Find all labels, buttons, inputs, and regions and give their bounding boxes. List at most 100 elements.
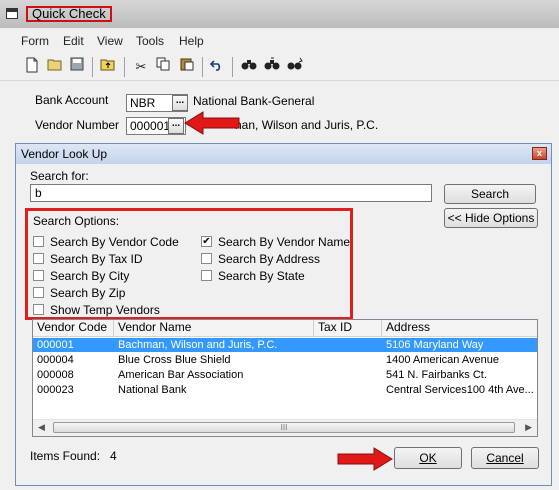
checkbox[interactable]: ✔ (201, 236, 212, 247)
checkbox[interactable] (33, 253, 44, 264)
option-label: Search By Vendor Code (50, 235, 179, 249)
table-row[interactable]: 000004 Blue Cross Blue Shield 1400 Ameri… (33, 353, 537, 367)
checkbox[interactable] (33, 236, 44, 247)
vendor-lookup-dialog: Vendor Look Up x Search for: Search << H… (15, 143, 552, 486)
option-tax-id[interactable]: Search By Tax ID (33, 252, 193, 267)
option-temp-vendors[interactable]: Show Temp Vendors (33, 303, 193, 318)
dialog-title-bar[interactable]: Vendor Look Up x (16, 144, 551, 164)
red-arrow-icon (337, 447, 393, 471)
ok-button[interactable]: OK (394, 447, 462, 469)
dialog-title: Vendor Look Up (21, 147, 108, 161)
list-header: Vendor Code Vendor Name Tax ID Address (33, 320, 537, 337)
paste-icon[interactable] (177, 57, 197, 77)
search-button[interactable]: Search (444, 184, 536, 204)
option-city[interactable]: Search By City (33, 269, 193, 284)
find-icon[interactable] (239, 57, 259, 77)
cancel-button[interactable]: Cancel (471, 447, 539, 469)
open-icon[interactable] (45, 57, 65, 77)
horizontal-scrollbar[interactable]: ◀ III ▶ (33, 419, 537, 436)
menu-bar: Form Edit View Tools Help (0, 33, 559, 51)
cancel-label: Cancel (486, 451, 524, 465)
option-label: Search By City (50, 269, 130, 283)
cell-address: 5106 Maryland Way (386, 339, 484, 351)
option-vendor-name[interactable]: ✔ Search By Vendor Name (201, 235, 351, 250)
checkbox[interactable] (201, 253, 212, 264)
option-zip[interactable]: Search By Zip (33, 286, 193, 301)
scroll-left-icon[interactable]: ◀ (38, 422, 45, 433)
search-options-heading: Search Options: (33, 214, 120, 228)
checkbox[interactable] (201, 270, 212, 281)
column-vendor-code[interactable]: Vendor Code (33, 320, 114, 336)
option-state[interactable]: Search By State (201, 269, 351, 284)
scrollbar-thumb[interactable]: III (53, 422, 515, 433)
menu-tools[interactable]: Tools (136, 34, 164, 48)
search-options-group: Search Options: Search By Vendor Code Se… (25, 208, 353, 320)
checkbox[interactable] (33, 304, 44, 315)
cell-vendor-code: 000004 (37, 354, 74, 366)
copy-icon[interactable] (153, 57, 173, 77)
undo-icon[interactable] (207, 57, 227, 77)
vendor-lookup-button[interactable]: ... (168, 118, 184, 134)
cell-vendor-name: American Bar Association (118, 369, 244, 381)
toolbar-separator (92, 57, 93, 77)
column-tax-id[interactable]: Tax ID (314, 320, 382, 336)
vendor-number-label: Vendor Number (35, 118, 120, 132)
cell-vendor-name: Blue Cross Blue Shield (118, 354, 231, 366)
option-label: Search By Zip (50, 286, 126, 300)
hide-options-button[interactable]: << Hide Options (444, 208, 538, 228)
close-icon[interactable]: x (532, 147, 547, 160)
cell-address: Central Services100 4th Ave... (386, 384, 534, 396)
menu-help[interactable]: Help (179, 34, 204, 48)
bank-account-label: Bank Account (35, 93, 109, 107)
new-icon[interactable] (22, 57, 42, 77)
items-found-status: Items Found: 4 (30, 449, 117, 463)
replace-icon[interactable] (285, 57, 305, 77)
search-for-label: Search for: (30, 169, 89, 183)
toolbar-separator (202, 57, 203, 77)
red-arrow-icon (184, 111, 240, 135)
items-found-count: 4 (110, 449, 117, 463)
main-title-bar[interactable]: Quick Check (0, 0, 559, 28)
toolbar-separator (124, 57, 125, 77)
option-vendor-code[interactable]: Search By Vendor Code (33, 235, 193, 250)
cell-vendor-code: 000023 (37, 384, 74, 396)
checkbox[interactable] (33, 270, 44, 281)
column-vendor-name[interactable]: Vendor Name (114, 320, 314, 336)
up-folder-icon[interactable] (98, 57, 118, 77)
scroll-right-icon[interactable]: ▶ (525, 422, 532, 433)
cell-vendor-code: 000001 (37, 339, 74, 351)
cell-address: 1400 American Avenue (386, 354, 499, 366)
menu-edit[interactable]: Edit (63, 34, 84, 48)
vendor-name-partial: han, Wilson and Juris, P.C. (235, 118, 379, 132)
menu-view[interactable]: View (97, 34, 123, 48)
bank-account-lookup-button[interactable]: ... (172, 95, 188, 111)
option-label: Search By Vendor Name (218, 235, 351, 249)
ok-label: OK (419, 451, 437, 465)
table-row[interactable]: 000008 American Bar Association 541 N. F… (33, 368, 537, 382)
items-found-label: Items Found: (30, 449, 101, 463)
cut-icon[interactable]: ✂ (131, 57, 151, 77)
toolbar-separator (232, 57, 233, 77)
search-input[interactable] (30, 184, 432, 202)
column-address[interactable]: Address (382, 320, 537, 336)
option-label: Show Temp Vendors (50, 303, 160, 317)
bank-account-name: National Bank-General (193, 94, 315, 108)
checkbox[interactable] (33, 287, 44, 298)
menu-form[interactable]: Form (21, 34, 49, 48)
find-next-icon[interactable] (262, 57, 282, 77)
cell-vendor-name: Bachman, Wilson and Juris, P.C. (118, 339, 278, 351)
toolbar: ✂ (0, 54, 559, 81)
option-address[interactable]: Search By Address (201, 252, 351, 267)
table-row[interactable]: 000023 National Bank Central Services100… (33, 383, 537, 397)
main-window-title: Quick Check (26, 6, 112, 22)
option-label: Search By Tax ID (50, 252, 143, 266)
cell-vendor-code: 000008 (37, 369, 74, 381)
window-icon (6, 8, 18, 19)
cell-address: 541 N. Fairbanks Ct. (386, 369, 487, 381)
save-icon[interactable] (67, 57, 87, 77)
cell-vendor-name: National Bank (118, 384, 187, 396)
table-row[interactable]: 000001 Bachman, Wilson and Juris, P.C. 5… (33, 338, 537, 352)
option-label: Search By State (218, 269, 305, 283)
option-label: Search By Address (218, 252, 321, 266)
vendor-list[interactable]: Vendor Code Vendor Name Tax ID Address 0… (32, 319, 538, 437)
